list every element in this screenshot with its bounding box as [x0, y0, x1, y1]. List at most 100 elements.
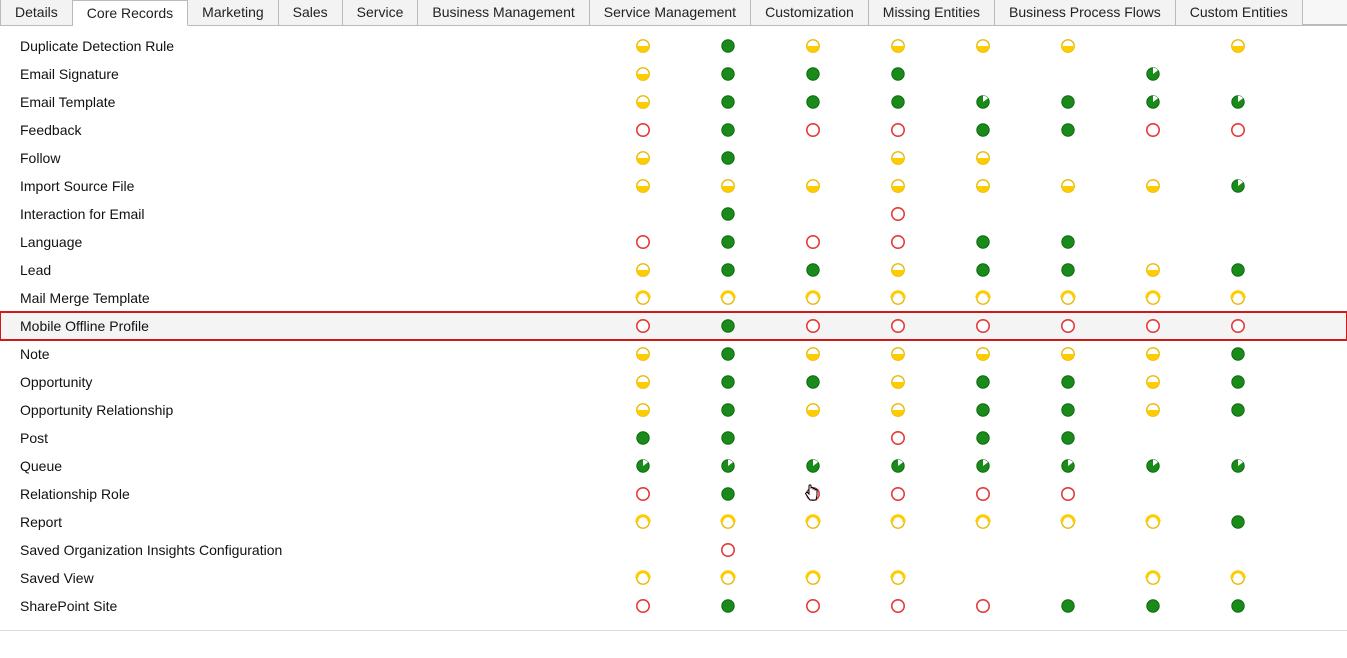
perm-cell[interactable]: [1025, 234, 1110, 250]
table-row[interactable]: Language: [0, 228, 1347, 256]
perm-cell[interactable]: [685, 430, 770, 446]
perm-cell[interactable]: [685, 38, 770, 54]
table-row[interactable]: Relationship Role: [0, 480, 1347, 508]
perm-yellow-half-bottom-icon[interactable]: [890, 150, 906, 166]
perm-cell[interactable]: [940, 262, 1025, 278]
perm-cell[interactable]: [940, 346, 1025, 362]
perm-red-empty-icon[interactable]: [1060, 318, 1076, 334]
perm-green-quarter-top-icon[interactable]: [1230, 178, 1246, 194]
perm-yellow-ring-partial-icon[interactable]: [720, 514, 736, 530]
table-row[interactable]: Email Signature: [0, 60, 1347, 88]
perm-yellow-half-bottom-icon[interactable]: [890, 402, 906, 418]
perm-green-full-icon[interactable]: [975, 234, 991, 250]
perm-red-empty-icon[interactable]: [890, 206, 906, 222]
perm-cell[interactable]: [855, 38, 940, 54]
perm-red-empty-icon[interactable]: [975, 598, 991, 614]
perm-cell[interactable]: [600, 374, 685, 390]
perm-cell[interactable]: [1195, 318, 1280, 334]
perm-cell[interactable]: [1025, 374, 1110, 390]
perm-cell[interactable]: [855, 486, 940, 502]
perm-cell[interactable]: [685, 94, 770, 110]
perm-green-full-icon[interactable]: [1230, 262, 1246, 278]
perm-cell[interactable]: [1025, 94, 1110, 110]
perm-cell[interactable]: [940, 430, 1025, 446]
perm-green-full-icon[interactable]: [720, 402, 736, 418]
perm-cell[interactable]: [940, 178, 1025, 194]
perm-green-quarter-top-icon[interactable]: [1230, 94, 1246, 110]
perm-cell[interactable]: [1195, 262, 1280, 278]
perm-cell[interactable]: [600, 38, 685, 54]
tab-custom entities[interactable]: Custom Entities: [1176, 0, 1303, 25]
perm-green-full-icon[interactable]: [975, 402, 991, 418]
perm-cell[interactable]: [600, 570, 685, 586]
perm-red-empty-icon[interactable]: [890, 598, 906, 614]
perm-cell[interactable]: [1110, 94, 1195, 110]
perm-yellow-half-bottom-icon[interactable]: [805, 38, 821, 54]
perm-yellow-ring-partial-icon[interactable]: [1230, 570, 1246, 586]
perm-cell[interactable]: [1195, 122, 1280, 138]
perm-cell[interactable]: [940, 290, 1025, 306]
perm-yellow-half-bottom-icon[interactable]: [975, 346, 991, 362]
perm-green-full-icon[interactable]: [975, 430, 991, 446]
perm-yellow-half-bottom-icon[interactable]: [1060, 178, 1076, 194]
perm-yellow-ring-partial-icon[interactable]: [720, 290, 736, 306]
perm-red-empty-icon[interactable]: [1230, 318, 1246, 334]
perm-cell[interactable]: [1110, 122, 1195, 138]
perm-yellow-ring-partial-icon[interactable]: [890, 290, 906, 306]
perm-cell[interactable]: [940, 234, 1025, 250]
perm-cell[interactable]: [1110, 598, 1195, 614]
perm-yellow-ring-partial-icon[interactable]: [1145, 290, 1161, 306]
perm-cell[interactable]: [770, 234, 855, 250]
perm-cell[interactable]: [770, 262, 855, 278]
perm-cell[interactable]: [1110, 262, 1195, 278]
perm-red-empty-icon[interactable]: [635, 122, 651, 138]
perm-cell[interactable]: [1110, 514, 1195, 530]
perm-cell[interactable]: [1110, 178, 1195, 194]
tab-business process flows[interactable]: Business Process Flows: [995, 0, 1176, 25]
perm-green-quarter-top-icon[interactable]: [635, 458, 651, 474]
tab-missing entities[interactable]: Missing Entities: [869, 0, 995, 25]
perm-cell[interactable]: [855, 262, 940, 278]
perm-cell[interactable]: [855, 66, 940, 82]
perm-green-quarter-top-icon[interactable]: [975, 94, 991, 110]
perm-green-full-icon[interactable]: [720, 66, 736, 82]
perm-cell[interactable]: [940, 38, 1025, 54]
perm-yellow-half-bottom-icon[interactable]: [1145, 402, 1161, 418]
table-row[interactable]: Saved View: [0, 564, 1347, 592]
perm-cell[interactable]: [940, 318, 1025, 334]
perm-red-empty-icon[interactable]: [805, 318, 821, 334]
perm-green-full-icon[interactable]: [720, 318, 736, 334]
perm-cell[interactable]: [685, 374, 770, 390]
perm-yellow-half-bottom-icon[interactable]: [635, 262, 651, 278]
perm-cell[interactable]: [685, 318, 770, 334]
perm-cell[interactable]: [1110, 290, 1195, 306]
perm-cell[interactable]: [1195, 514, 1280, 530]
perm-green-quarter-top-icon[interactable]: [720, 458, 736, 474]
perm-yellow-ring-partial-icon[interactable]: [720, 570, 736, 586]
perm-green-quarter-top-icon[interactable]: [1145, 66, 1161, 82]
perm-green-full-icon[interactable]: [720, 486, 736, 502]
perm-cell[interactable]: [685, 486, 770, 502]
perm-cell[interactable]: [855, 430, 940, 446]
tab-details[interactable]: Details: [0, 0, 73, 25]
perm-green-full-icon[interactable]: [635, 430, 651, 446]
perm-cell[interactable]: [600, 458, 685, 474]
perm-red-empty-icon[interactable]: [975, 486, 991, 502]
perm-red-empty-icon[interactable]: [805, 234, 821, 250]
perm-cell[interactable]: [1110, 66, 1195, 82]
perm-cell[interactable]: [855, 570, 940, 586]
perm-yellow-half-bottom-icon[interactable]: [890, 262, 906, 278]
perm-cell[interactable]: [1195, 178, 1280, 194]
perm-red-empty-icon[interactable]: [720, 542, 736, 558]
perm-yellow-ring-partial-icon[interactable]: [975, 514, 991, 530]
perm-cell[interactable]: [770, 318, 855, 334]
perm-cell[interactable]: [855, 234, 940, 250]
perm-yellow-ring-partial-icon[interactable]: [805, 290, 821, 306]
perm-red-empty-icon[interactable]: [890, 318, 906, 334]
perm-green-full-icon[interactable]: [890, 94, 906, 110]
perm-green-full-icon[interactable]: [720, 150, 736, 166]
perm-cell[interactable]: [770, 346, 855, 362]
perm-yellow-half-bottom-icon[interactable]: [635, 94, 651, 110]
table-row[interactable]: Report: [0, 508, 1347, 536]
perm-cell[interactable]: [1195, 346, 1280, 362]
